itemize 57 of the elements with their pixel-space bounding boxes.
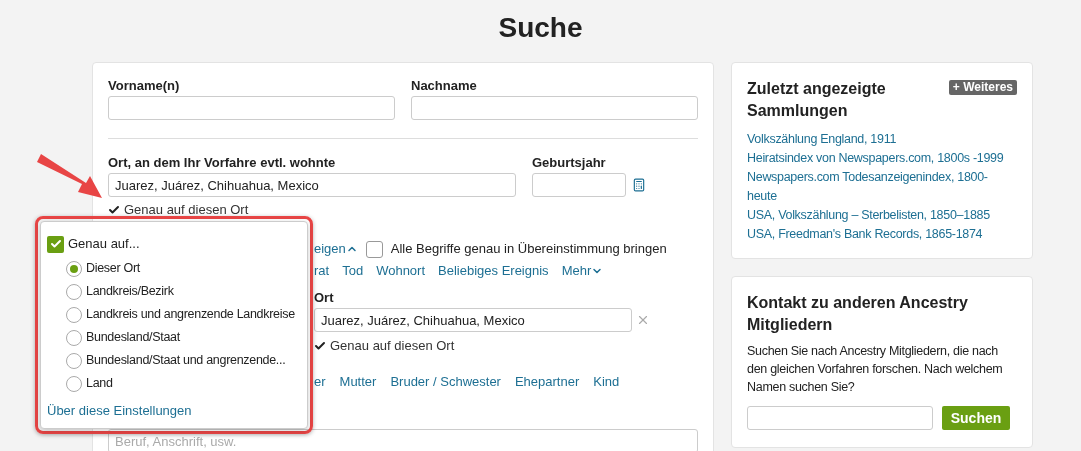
exact-label[interactable]: Genau auf diesen Ort bbox=[330, 338, 455, 354]
collection-link[interactable]: Volkszählung England, 1911 bbox=[747, 130, 1017, 149]
name-input[interactable] bbox=[108, 96, 395, 120]
close-icon[interactable] bbox=[636, 313, 650, 327]
more-button[interactable]: + Weiteres bbox=[948, 80, 1017, 95]
card-title: Kontakt zu anderen Ancestry Mitgliedern bbox=[747, 293, 969, 335]
radio-button[interactable] bbox=[66, 375, 82, 392]
checkbox[interactable] bbox=[47, 235, 64, 253]
search-button[interactable]: Suchen bbox=[942, 406, 1010, 430]
radio-label: Landkreis/Bezirk bbox=[86, 283, 174, 301]
radio-label: Bundesland/Staat und angrenzende... bbox=[86, 352, 286, 370]
radio-label: Bundesland/Staat bbox=[86, 329, 180, 347]
field-label: Ort, an dem Ihr Vorfahre evtl. wohnte bbox=[108, 155, 337, 171]
event-link[interactable]: Beliebiges Ereignis bbox=[438, 261, 549, 281]
exact-label[interactable]: Genau auf diesen Ort bbox=[124, 202, 249, 218]
radio-button[interactable] bbox=[66, 260, 82, 277]
radio-button[interactable] bbox=[66, 352, 82, 369]
field-label: Ort bbox=[314, 290, 335, 306]
checkbox-label: Genau auf... bbox=[68, 235, 140, 254]
calculator-icon[interactable] bbox=[632, 177, 646, 193]
radio-button[interactable] bbox=[66, 283, 82, 300]
radio-label: Land bbox=[86, 375, 113, 393]
field-label: Geburtsjahr bbox=[532, 155, 607, 171]
family-link[interactable]: Mutter bbox=[339, 372, 377, 392]
more-dropdown[interactable]: Mehr bbox=[561, 261, 604, 281]
field-label: Vorname(n) bbox=[108, 78, 181, 94]
event-link[interactable]: Tod bbox=[342, 261, 364, 281]
settings-link[interactable]: Über diese Einstellungen bbox=[47, 401, 307, 421]
annotation-arrow bbox=[34, 154, 104, 200]
checkbox[interactable] bbox=[365, 240, 383, 258]
collection-link[interactable]: Newspapers.com Todesanzeigenindex, 1800-heute bbox=[747, 168, 1017, 206]
place-input[interactable]: Juarez, Juárez, Chihuahua, Mexico bbox=[314, 308, 632, 332]
radio-button[interactable] bbox=[66, 329, 82, 346]
radio-button[interactable] bbox=[66, 306, 82, 323]
member-search-input[interactable] bbox=[747, 406, 933, 430]
field-label: Nachname bbox=[411, 78, 478, 94]
birth-year-input[interactable] bbox=[532, 173, 626, 197]
card-title: Zuletzt angezeigte Sammlungen bbox=[747, 79, 887, 121]
card-description: Suchen Sie nach Ancestry Mitgliedern, die nach den gleichen Vorfahren forschen. Nach welchem Namen suchen Sie? bbox=[747, 343, 1004, 396]
toggle-link[interactable]: eigen bbox=[314, 239, 358, 259]
collection-link[interactable]: Heiratsindex von Newspapers.com, 1800s -1999 bbox=[747, 149, 1017, 168]
collection-link[interactable]: USA, Freedman's Bank Records, 1865-1874 bbox=[747, 225, 1017, 244]
family-link[interactable]: er bbox=[314, 372, 326, 392]
family-link[interactable]: Kind bbox=[593, 372, 620, 392]
family-link[interactable]: Bruder / Schwester bbox=[390, 372, 501, 392]
family-link[interactable]: Ehepartner bbox=[514, 372, 580, 392]
residence-input[interactable]: Juarez, Juárez, Chihuahua, Mexico bbox=[108, 173, 516, 197]
name-input[interactable] bbox=[411, 96, 698, 120]
radio-label: Dieser Ort bbox=[86, 260, 140, 278]
radio-label: Landkreis und angrenzende Landkreise bbox=[86, 306, 295, 324]
event-link[interactable]: Wohnort bbox=[376, 261, 426, 281]
collection-link[interactable]: USA, Volkszählung – Sterbelisten, 1850–1885 bbox=[747, 206, 1017, 225]
check-icon bbox=[49, 238, 62, 250]
page-title: Suche bbox=[498, 11, 583, 45]
event-link[interactable]: rat bbox=[314, 261, 330, 281]
keyword-input[interactable]: Beruf, Anschrift, usw. bbox=[108, 429, 698, 451]
checkbox-label: Alle Begriffe genau in Übereinstimmung bringen bbox=[390, 240, 667, 259]
